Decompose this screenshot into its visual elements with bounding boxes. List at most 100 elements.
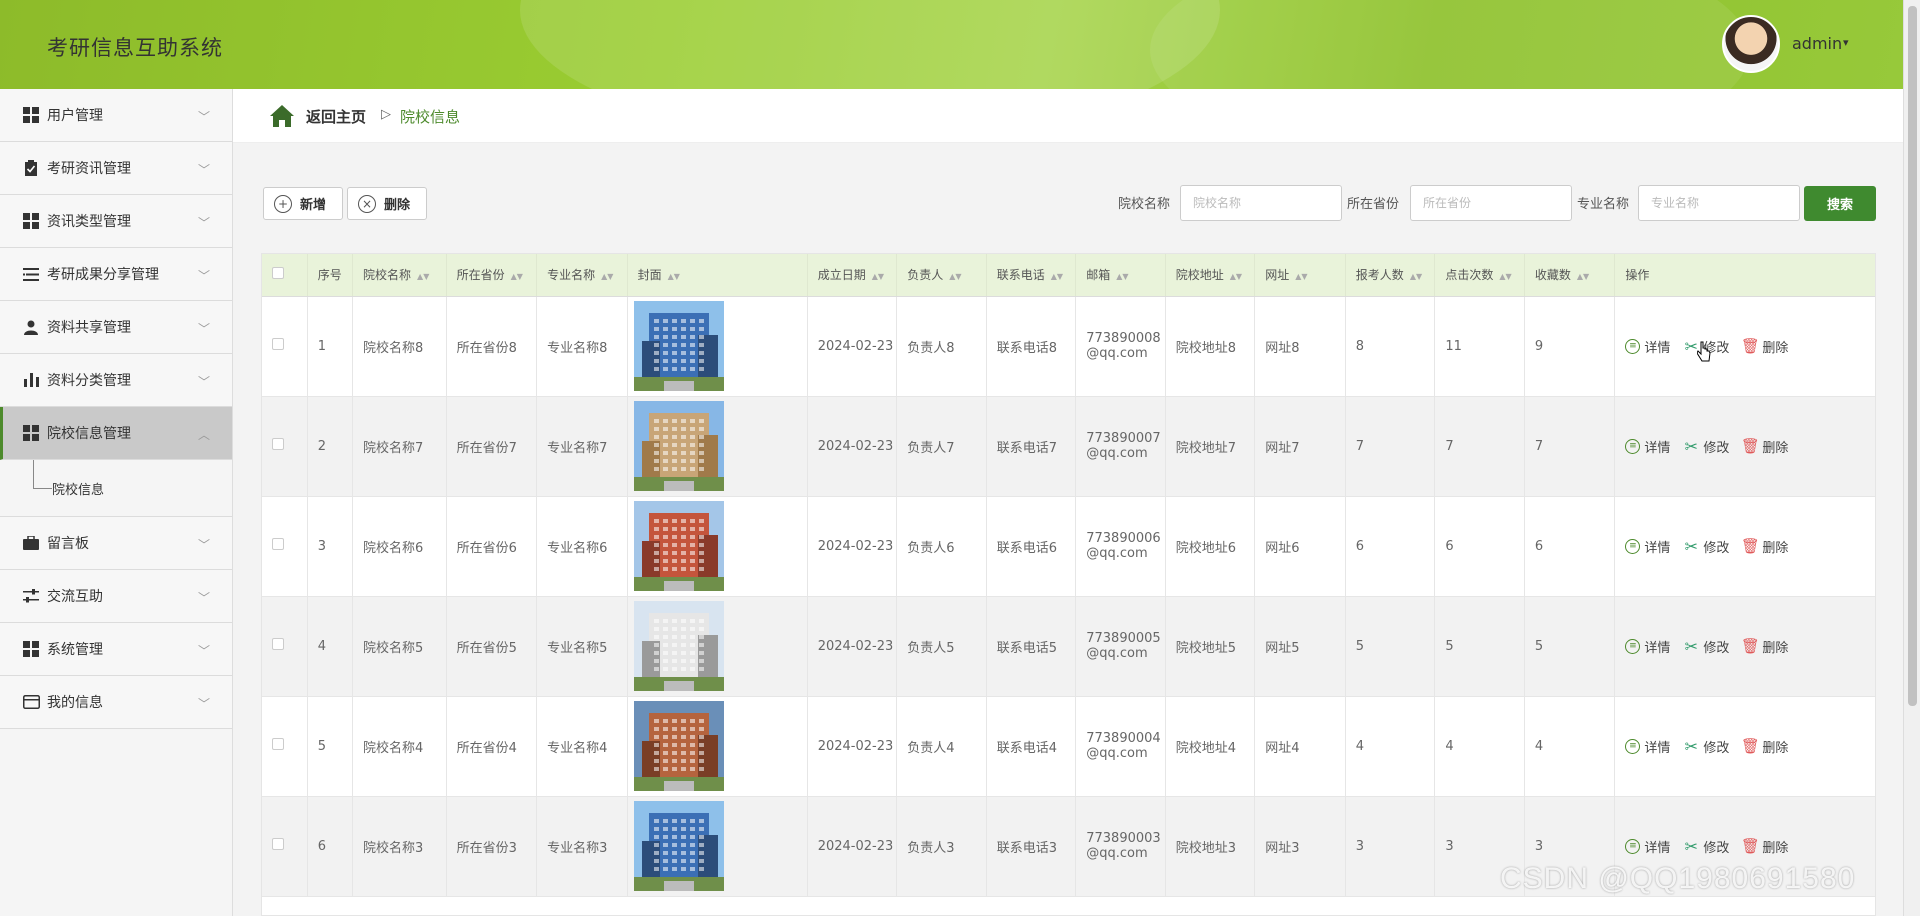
sort-icon[interactable]: ▲▼ (1577, 272, 1589, 281)
detail-button[interactable]: ≡ 详情 (1625, 737, 1670, 756)
detail-button[interactable]: ≡ 详情 (1625, 637, 1670, 656)
column-header[interactable]: 专业名称 ▲▼ (536, 254, 628, 297)
school-name-input[interactable] (1180, 185, 1342, 221)
chevron-down-icon[interactable]: ▾ (1843, 36, 1849, 49)
sort-icon[interactable]: ▲▼ (949, 272, 961, 281)
row-delete-button[interactable]: 🗑 删除 (1741, 537, 1789, 556)
favorite-count: 6 (1534, 538, 1544, 554)
sidebar-item[interactable]: 用户管理 ﹀ (0, 89, 232, 142)
phone: 联系电话6 (996, 540, 1057, 556)
edit-button[interactable]: ✂ 修改 (1683, 637, 1730, 656)
column-header[interactable]: 联系电话 ▲▼ (986, 254, 1077, 297)
row-delete-button[interactable]: 🗑 删除 (1741, 637, 1789, 656)
column-header[interactable]: 点击次数 ▲▼ (1434, 254, 1525, 297)
row-delete-button[interactable]: 🗑 删除 (1741, 337, 1789, 356)
column-header[interactable]: 网址 ▲▼ (1254, 254, 1346, 297)
row-checkbox[interactable] (272, 438, 284, 450)
home-icon[interactable] (269, 104, 295, 128)
school-address: 院校地址7 (1175, 440, 1237, 456)
column-header[interactable]: 报考人数 ▲▼ (1345, 254, 1436, 297)
sidebar-item[interactable]: 资料共享管理 ﹀ (0, 301, 232, 354)
sort-icon[interactable]: ▲▼ (1410, 272, 1422, 281)
column-header[interactable]: 收藏数 ▲▼ (1524, 254, 1616, 297)
row-delete-button[interactable]: 🗑 删除 (1741, 437, 1789, 456)
sidebar-item[interactable]: 考研成果分享管理 ﹀ (0, 248, 232, 301)
user-icon (22, 319, 40, 335)
sidebar-item[interactable]: 资料分类管理 ﹀ (0, 354, 232, 407)
detail-icon: ≡ (1625, 338, 1641, 354)
edit-button[interactable]: ✂ 修改 (1683, 837, 1730, 856)
add-button-label: 新增 (300, 198, 327, 213)
search-button[interactable]: 搜索 (1804, 186, 1876, 221)
sort-icon[interactable]: ▲▼ (1230, 272, 1242, 281)
leader-cell: 负责人4 (896, 696, 987, 797)
edit-button[interactable]: ✂ 修改 (1683, 437, 1730, 456)
column-header[interactable]: 封面 ▲▼ (627, 254, 808, 297)
major-input[interactable] (1638, 185, 1800, 221)
breadcrumb-home-link[interactable]: 返回主页 (306, 106, 366, 127)
column-header[interactable]: 院校地址 ▲▼ (1165, 254, 1256, 297)
founded-date-cell: 2024-02-23 (807, 296, 898, 397)
row-checkbox[interactable] (272, 338, 284, 350)
detail-button[interactable]: ≡ 详情 (1625, 337, 1670, 356)
delete-button[interactable]: × 删除 (347, 187, 427, 220)
row-checkbox[interactable] (272, 538, 284, 550)
row-checkbox[interactable] (272, 838, 284, 850)
sidebar-item[interactable]: 系统管理 ﹀ (0, 623, 232, 676)
school-address-cell: 院校地址3 (1165, 796, 1256, 897)
delete-label: 删除 (1762, 340, 1789, 356)
website-cell: 网址8 (1254, 296, 1346, 397)
row-checkbox-cell (262, 496, 308, 597)
sidebar-item-label: 系统管理 (47, 642, 103, 658)
sidebar-item-label: 资料共享管理 (47, 320, 131, 336)
card-icon (22, 694, 40, 710)
edit-button[interactable]: ✂ 修改 (1683, 737, 1730, 756)
chevron-down-icon: ﹀ (197, 163, 210, 177)
detail-button[interactable]: ≡ 详情 (1625, 437, 1670, 456)
website-cell: 网址4 (1254, 696, 1346, 797)
sort-icon[interactable]: ▲▼ (1295, 272, 1307, 281)
sidebar-item[interactable]: 考研资讯管理 ﹀ (0, 142, 232, 195)
row-checkbox[interactable] (272, 738, 284, 750)
school-name-cell: 院校名称5 (352, 596, 447, 697)
row-delete-button[interactable]: 🗑 删除 (1741, 737, 1789, 756)
sidebar-item[interactable]: 交流互助 ﹀ (0, 570, 232, 623)
sort-icon[interactable]: ▲▼ (1116, 272, 1128, 281)
province-input[interactable] (1410, 185, 1572, 221)
sidebar-item[interactable]: 我的信息 ﹀ (0, 676, 232, 729)
user-menu[interactable]: admin (1792, 34, 1842, 53)
sidebar-item[interactable]: 资讯类型管理 ﹀ (0, 195, 232, 248)
edit-button[interactable]: ✂ 修改 (1683, 537, 1730, 556)
column-header[interactable]: 院校名称 ▲▼ (352, 254, 447, 297)
app-title: 考研信息互助系统 (47, 36, 223, 60)
chevron-up-icon: ︿ (197, 428, 210, 442)
sidebar-item[interactable]: 留言板 ﹀ (0, 517, 232, 570)
column-header[interactable]: 负责人 ▲▼ (896, 254, 987, 297)
column-header[interactable]: 所在省份 ▲▼ (446, 254, 538, 297)
user-avatar[interactable] (1722, 15, 1780, 73)
row-checkbox[interactable] (272, 638, 284, 650)
column-header[interactable]: 成立日期 ▲▼ (807, 254, 898, 297)
scrollbar-thumb[interactable] (1908, 6, 1917, 706)
email-cell: 773890007@qq.com (1075, 396, 1166, 497)
column-header[interactable]: 邮箱 ▲▼ (1075, 254, 1166, 297)
page-scrollbar[interactable] (1903, 0, 1920, 916)
detail-button[interactable]: ≡ 详情 (1625, 837, 1670, 856)
school-name: 院校名称5 (363, 640, 424, 656)
leader: 负责人5 (907, 640, 955, 656)
sort-icon[interactable]: ▲▼ (872, 272, 884, 281)
detail-button[interactable]: ≡ 详情 (1625, 537, 1670, 556)
sort-icon[interactable]: ▲▼ (511, 272, 523, 281)
sort-icon[interactable]: ▲▼ (668, 272, 680, 281)
sort-icon[interactable]: ▲▼ (1051, 272, 1063, 281)
sidebar-item[interactable]: 院校信息管理 ︿ (0, 407, 232, 460)
chevron-down-icon: ﹀ (197, 644, 210, 658)
select-all-checkbox[interactable] (272, 267, 284, 280)
add-button[interactable]: + 新增 (263, 187, 343, 220)
sidebar-subitem-school-info[interactable]: 院校信息 (0, 460, 232, 517)
sort-icon[interactable]: ▲▼ (601, 272, 613, 281)
row-delete-button[interactable]: 🗑 删除 (1741, 837, 1789, 856)
column-header-label: 封面 (637, 268, 662, 283)
sort-icon[interactable]: ▲▼ (1499, 272, 1511, 281)
sort-icon[interactable]: ▲▼ (417, 272, 429, 281)
